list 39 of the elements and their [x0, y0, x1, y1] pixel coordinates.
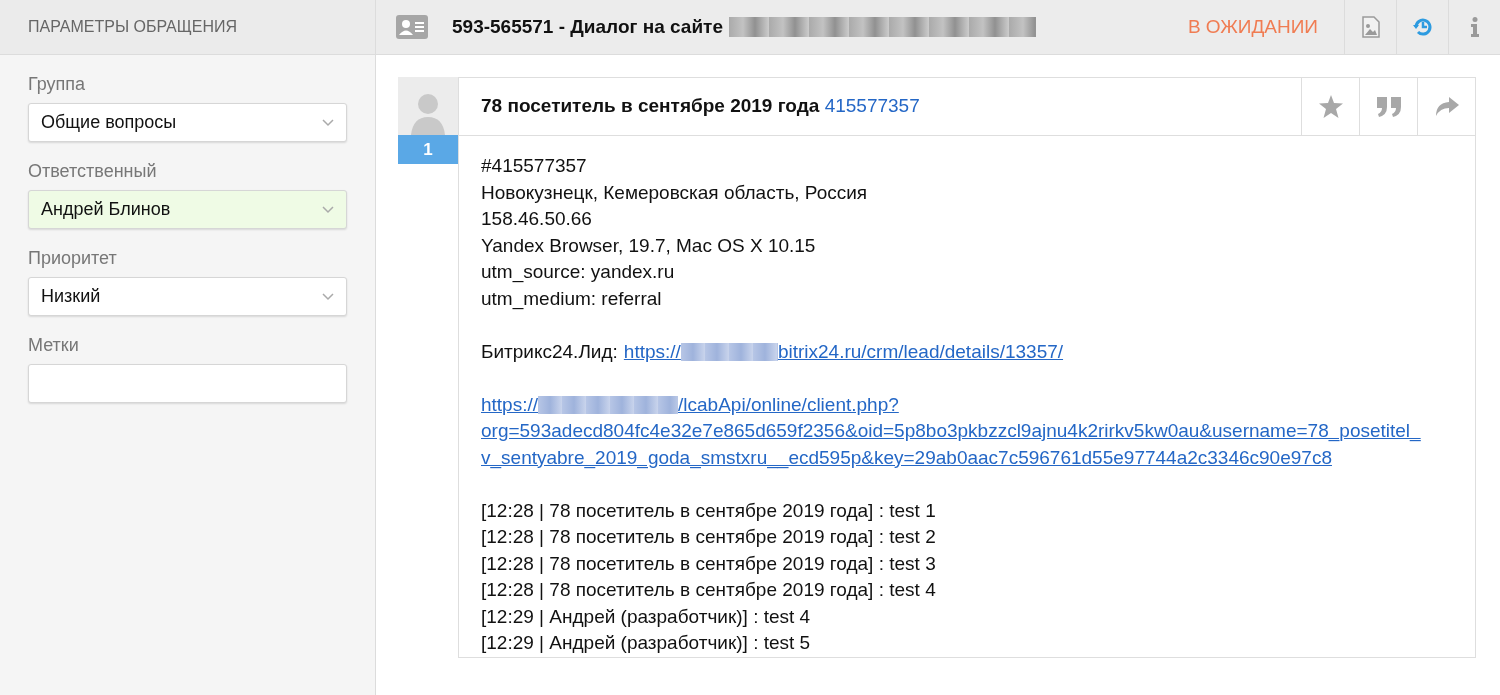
- chevron-down-icon: [322, 205, 334, 214]
- message-line: [12:28 | 78 посетитель в сентябре 2019 года] : test 3: [481, 551, 936, 576]
- field-label: Ответственный: [28, 160, 158, 182]
- star-icon: [1318, 95, 1343, 118]
- forward-arrow-icon: [1434, 96, 1459, 117]
- message-number-badge: 1: [398, 135, 458, 164]
- info-icon: [1469, 17, 1480, 37]
- message-line: [12:28 | 78 посетитель в сентябре 2019 года] : test 1: [481, 498, 936, 523]
- chevron-down-icon: [322, 118, 334, 127]
- message-line: Новокузнецк, Кемеровская область, Россия: [481, 180, 868, 205]
- message-line: utm_source: yandex.ru: [481, 260, 675, 285]
- status-label: В ОЖИДАНИИ: [1187, 14, 1318, 39]
- message-line: [12:28 | 78 посетитель в сентябре 2019 года] : test 2: [481, 525, 936, 549]
- message-line: [12:28 | 78 посетитель в сентябре 2019 года] : test 4: [481, 578, 936, 602]
- message-line: Yandex Browser, 19.7, Mac OS X 10.15: [481, 233, 816, 258]
- tags-input-field[interactable]: [28, 364, 347, 403]
- lead-label: Битрикс24.Лид:: [481, 339, 618, 364]
- user-silhouette-icon: [411, 91, 445, 135]
- chevron-down-icon: [322, 292, 334, 301]
- image-file-icon: [1361, 16, 1380, 38]
- message-title: 78 посетитель в сентябре 2019 года 415577357: [480, 94, 920, 119]
- select-field[interactable]: Общие вопросы: [28, 103, 347, 142]
- message-line: [12:29 | Андрей (разработчик)] : test 5: [481, 631, 811, 655]
- url-link[interactable]: https:// /lcabApi/online/client.php? org=593adecd804fc4e32e7e865d659f2356&oid=5p8bo3pkbzzcl9ajnu4k2rirkv5kw0au&username=78_posetitel_v_sentyabre_2019_goda_smstxru__ecd595p&key=29ab0aac7c596761d55e97744a2c3346c90e97c8: [481, 391, 1429, 471]
- select-field[interactable]: Низкий: [28, 277, 347, 316]
- field-label: Группа: [28, 73, 87, 95]
- ticket-title: 593-565571 - Диалог на сайте: [452, 14, 723, 39]
- sidebar-title: ПАРАМЕТРЫ ОБРАЩЕНИЯ: [28, 17, 237, 37]
- url-link[interactable]: https:// bitrix24.ru/crm/lead/details/13357/: [623, 338, 1064, 365]
- message-line: utm_medium: referral: [481, 286, 662, 312]
- field-label: Приоритет: [28, 247, 118, 269]
- contact-card-icon: [396, 15, 428, 39]
- message-line: [12:29 | Андрей (разработчик)] : test 4: [481, 604, 811, 629]
- message-line: #415577357: [481, 154, 587, 178]
- quote-icon: [1376, 96, 1401, 117]
- field-label: Метки: [28, 334, 80, 356]
- history-icon: [1411, 16, 1434, 38]
- message-line: 158.46.50.66: [481, 207, 592, 231]
- select-field[interactable]: Андрей Блинов: [28, 190, 347, 229]
